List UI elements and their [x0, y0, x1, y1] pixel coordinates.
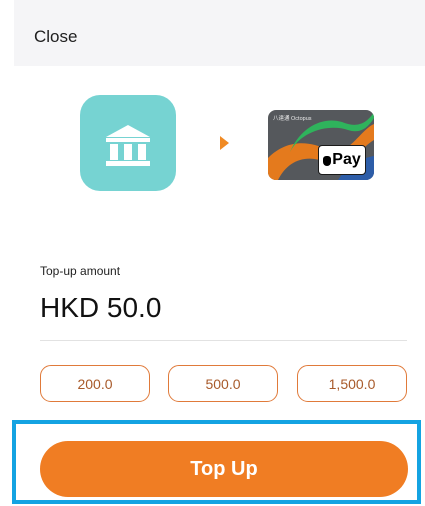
preset-button-500[interactable]: 500.0 — [168, 365, 278, 402]
close-button[interactable]: Close — [34, 27, 77, 47]
amount-input[interactable]: HKD 50.0 — [40, 292, 161, 324]
amount-divider — [40, 340, 407, 341]
octopus-card-icon: 八達通 Octopus Pay — [268, 110, 374, 180]
arrow-right-icon — [220, 136, 229, 150]
apple-pay-label: Pay — [332, 151, 361, 168]
apple-pay-badge: Pay — [318, 145, 366, 175]
amount-label: Top-up amount — [40, 264, 121, 278]
card-brand-text: 八達通 Octopus — [273, 116, 312, 122]
apple-logo-icon — [323, 156, 332, 166]
top-bar: Close — [14, 0, 425, 66]
preset-button-200[interactable]: 200.0 — [40, 365, 150, 402]
preset-button-1500[interactable]: 1,500.0 — [297, 365, 407, 402]
top-up-button[interactable]: Top Up — [40, 441, 408, 497]
bank-icon — [80, 95, 176, 191]
